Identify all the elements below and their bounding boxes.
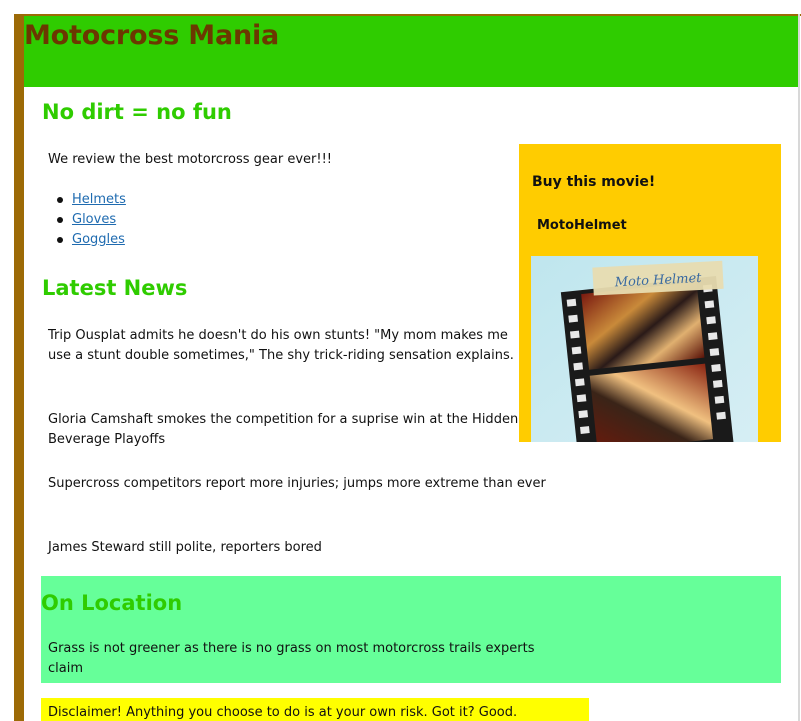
disclaimer-text: Disclaimer! Anything you choose to do is…: [48, 705, 518, 720]
page-right-border: [798, 14, 800, 721]
list-item: Goggles: [57, 230, 126, 250]
news-item: Gloria Camshaft smokes the competition f…: [48, 412, 519, 447]
movie-poster-image[interactable]: Moto Helmet: [531, 256, 758, 442]
list-item: Helmets: [57, 190, 126, 210]
helmets-link[interactable]: Helmets: [72, 192, 126, 207]
list-item: Gloves: [57, 210, 126, 230]
on-location-section: On Location Grass is not greener as ther…: [41, 576, 781, 683]
gloves-link[interactable]: Gloves: [72, 212, 116, 227]
goggles-link[interactable]: Goggles: [72, 232, 125, 247]
bullet-icon: [57, 217, 63, 223]
product-name: MotoHelmet: [537, 218, 627, 233]
site-header: Motocross Mania: [24, 16, 798, 87]
disclaimer-box: Disclaimer! Anything you choose to do is…: [41, 698, 589, 721]
location-heading: On Location: [41, 591, 183, 615]
location-text: Grass is not greener as there is no gras…: [48, 641, 535, 676]
bullet-icon: [57, 237, 63, 243]
buy-movie-sidebar: Buy this movie! MotoHelmet Moto Helmet: [519, 144, 781, 442]
news-item: James Steward still polite, reporters bo…: [48, 540, 322, 555]
news-item: Supercross competitors report more injur…: [48, 476, 546, 491]
news-item: Trip Ousplat admits he doesn't do his ow…: [48, 328, 514, 363]
intro-text: We review the best motorcross gear ever!…: [48, 152, 332, 167]
main-heading: No dirt = no fun: [42, 100, 232, 124]
site-title: Motocross Mania: [24, 20, 280, 51]
sidebar-heading: Buy this movie!: [532, 174, 656, 190]
gear-link-list: Helmets Gloves Goggles: [57, 190, 126, 250]
news-heading: Latest News: [42, 276, 188, 300]
page-left-border: [14, 14, 24, 721]
bullet-icon: [57, 197, 63, 203]
